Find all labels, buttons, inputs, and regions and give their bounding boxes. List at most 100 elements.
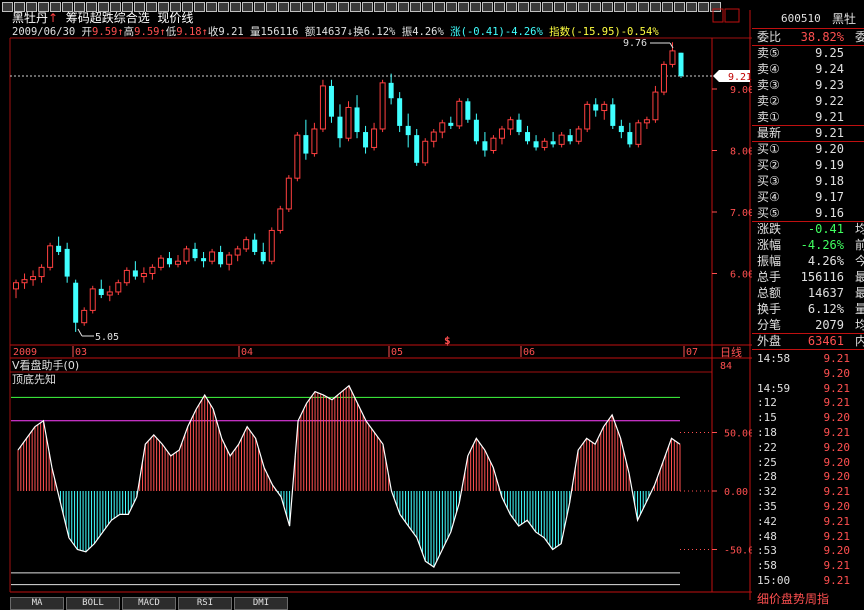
divider: [752, 349, 864, 350]
buy1-label: 买①: [757, 142, 780, 156]
candle-body: [81, 309, 88, 324]
candle-body: [652, 91, 659, 121]
tick-time: :35: [757, 500, 777, 513]
candle-body: [584, 103, 591, 130]
panel-footer-tabs[interactable]: 细价盘势周指: [757, 590, 829, 607]
candle-body: [47, 245, 54, 268]
buy3-row: 买③ 9.18: [752, 173, 864, 189]
stock-code: 600510: [781, 12, 821, 25]
candle-body: [56, 245, 62, 252]
stat-label: 涨跌: [757, 222, 782, 236]
stat-label: 换手: [757, 302, 782, 316]
tab-boll[interactable]: BOLL: [66, 597, 120, 610]
candle-body: [567, 135, 573, 142]
candle-body: [123, 269, 130, 284]
candle-body: [507, 119, 514, 130]
low-annotation-line: [77, 328, 83, 337]
y-tick-label: 6.00: [730, 270, 752, 281]
tick-time: 14:59: [757, 381, 791, 395]
day-period-label[interactable]: 日线: [720, 345, 742, 359]
tick-time: :12: [757, 396, 777, 410]
month-label: 05: [391, 347, 403, 358]
candle-body: [192, 248, 198, 259]
candle-body: [541, 140, 548, 148]
sell5-price: 9.25: [815, 46, 844, 60]
stat-row: 总额 14637 最: [752, 285, 864, 301]
tick-time: 15:00: [757, 574, 791, 587]
last-label: 最新: [757, 126, 782, 140]
window-box[interactable]: [724, 8, 740, 23]
y-tick-label: 8.00: [730, 147, 752, 158]
candle-body: [303, 135, 309, 154]
candle-body: [13, 282, 19, 290]
event-marker[interactable]: $: [444, 334, 451, 347]
candle-body: [593, 104, 599, 111]
stat-value: 156116: [800, 270, 844, 284]
candle-body: [218, 251, 224, 265]
indicator-subtitle: 顶底先知: [12, 372, 56, 386]
candle-body: [294, 134, 301, 179]
stat-label: 涨幅: [757, 238, 782, 252]
candle-body: [209, 251, 216, 262]
candle-body: [277, 208, 284, 231]
candle-body: [448, 122, 454, 126]
stat-extra: 量: [855, 302, 864, 316]
candle-body: [371, 128, 378, 148]
tick-price: 9.21: [823, 352, 851, 365]
candle-body: [337, 116, 343, 139]
sell4-row: 卖④ 9.24: [752, 61, 864, 77]
candle-body: [174, 260, 181, 265]
candle-body: [397, 98, 403, 126]
candle-body: [618, 125, 624, 133]
candle-body: [558, 134, 565, 145]
candle-body: [260, 251, 266, 262]
tab-ma[interactable]: MA: [10, 597, 64, 610]
tick-price: 9.21: [823, 574, 851, 587]
tick-price: 9.21: [823, 396, 851, 410]
candle-body: [106, 291, 113, 296]
tick-time: :28: [757, 470, 777, 484]
month-label: 04: [241, 347, 253, 358]
candle-body: [456, 100, 463, 127]
candle-body: [388, 82, 394, 99]
stat-row: 振幅 4.26% 今: [752, 253, 864, 269]
buy3-label: 买③: [757, 174, 780, 188]
candle-body: [516, 119, 522, 133]
buy2-label: 买②: [757, 158, 780, 172]
tab-macd[interactable]: MACD: [122, 597, 176, 610]
stat-row: 换手 6.12% 量: [752, 301, 864, 317]
tick-price: 9.20: [823, 366, 851, 380]
stat-value: -4.26%: [800, 238, 844, 252]
stat-extra: 前: [855, 238, 864, 252]
stat-value: -0.41: [807, 222, 844, 236]
candle-body: [98, 288, 104, 296]
candle-body: [465, 101, 471, 120]
candle-body: [285, 177, 292, 210]
candle-body: [268, 229, 275, 262]
candle-body: [64, 248, 70, 277]
stat-extra: 均: [855, 222, 864, 236]
stat-extra: 今: [855, 254, 864, 268]
candle-body: [525, 132, 531, 142]
tab-rsi[interactable]: RSI: [178, 597, 232, 610]
buy5-label: 买⑤: [757, 206, 780, 220]
stat-extra: 均: [855, 318, 864, 332]
window-box-small[interactable]: [712, 8, 724, 23]
candle-body: [243, 239, 250, 250]
buy2-row: 买② 9.19: [752, 157, 864, 173]
stat-label: 总手: [757, 270, 782, 284]
candle-body: [490, 137, 497, 151]
buy1-row: 买① 9.20: [752, 141, 864, 157]
indicator-title[interactable]: V看盘助手(0): [12, 358, 79, 372]
sell5-row: 卖⑤ 9.25: [752, 45, 864, 61]
buy1-price: 9.20: [815, 142, 844, 156]
stat-row: 涨幅 -4.26% 前: [752, 237, 864, 253]
tick-price: 9.21: [823, 485, 851, 499]
stat-value: 14637: [807, 286, 844, 300]
tab-dmi[interactable]: DMI: [234, 597, 288, 610]
tick-time: :42: [757, 514, 777, 528]
chart-canvas[interactable]: 9.00 8.00 7.00 6.00 50.00 0.00 -50.00 2009 03…: [0, 0, 752, 610]
candle-body: [311, 128, 318, 155]
candle-body: [405, 125, 411, 136]
tick-price: 9.20: [823, 470, 851, 484]
